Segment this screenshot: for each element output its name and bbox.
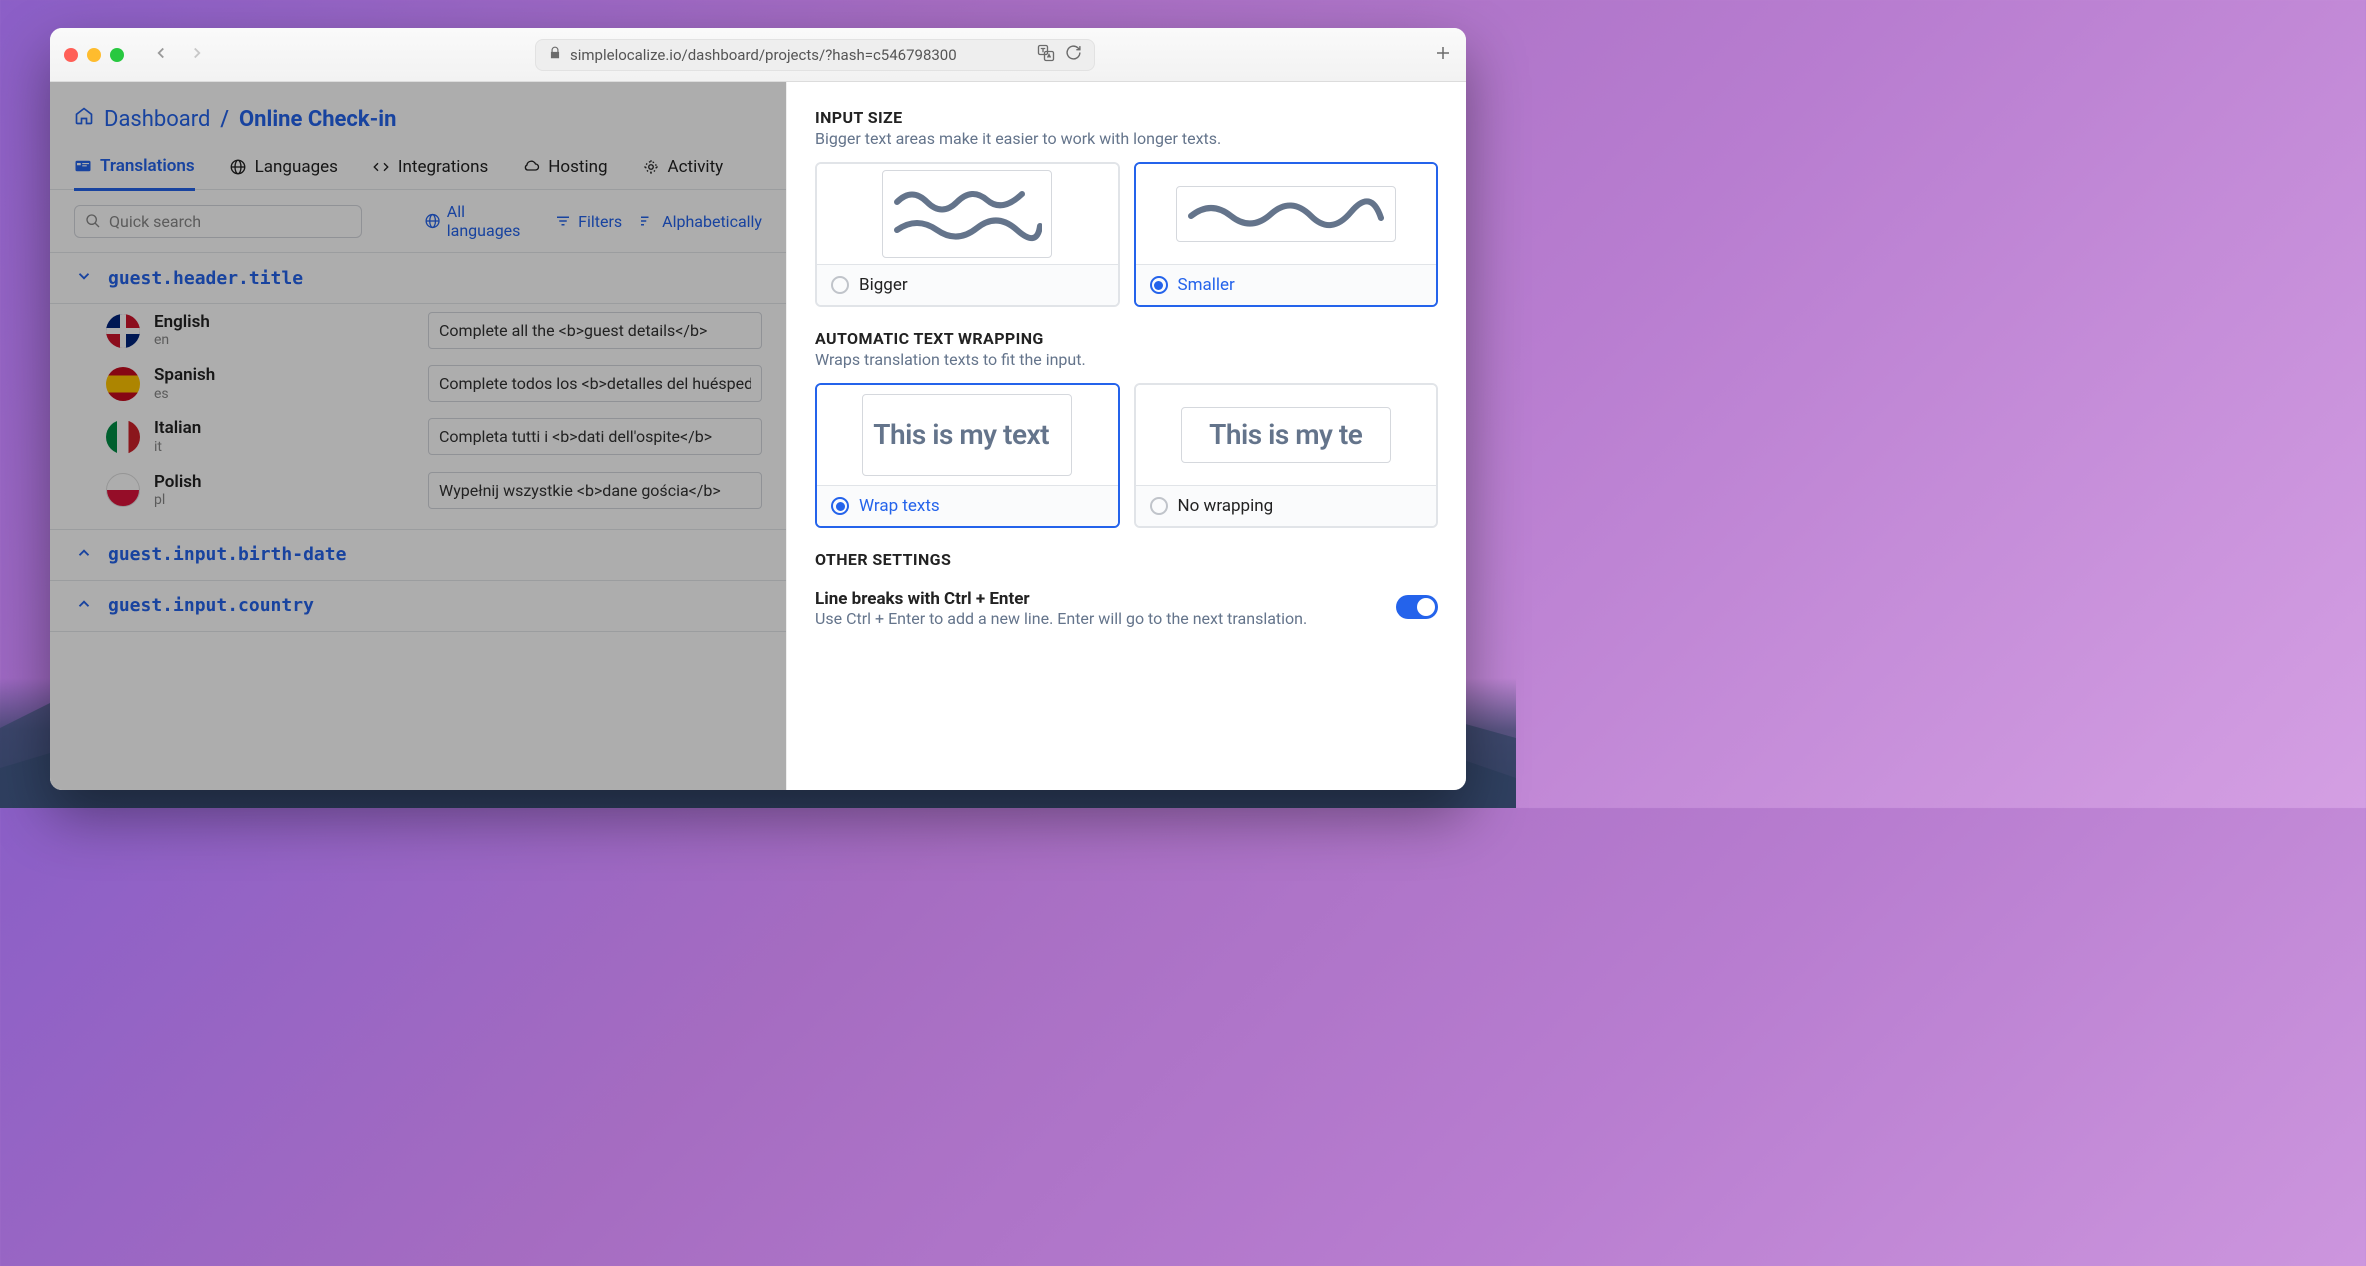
translation-row-pl: Polish pl [50,464,786,529]
key-name: guest.header.title [108,268,303,289]
option-smaller[interactable]: Smaller [1134,162,1439,307]
breadcrumb-dashboard[interactable]: Dashboard [104,107,210,132]
nav-back-button[interactable] [152,44,170,66]
flag-it-icon [106,420,140,454]
section-title: AUTOMATIC TEXT WRAPPING [815,329,1438,348]
tab-languages[interactable]: Languages [229,146,338,189]
chevron-up-icon [74,544,94,566]
line-breaks-switch[interactable] [1396,595,1438,619]
breadcrumb: Dashboard / Online Check-in [50,102,786,146]
preview-smaller-icon [1176,186,1396,242]
translation-input[interactable] [428,312,762,349]
other-settings-section: OTHER SETTINGS Line breaks with Ctrl + E… [815,550,1438,628]
new-tab-button[interactable] [1434,44,1452,66]
nav-forward-button[interactable] [188,44,206,66]
lock-icon [548,46,562,64]
translation-input[interactable] [428,472,762,509]
key-name: guest.input.birth-date [108,544,346,565]
toggle-desc: Use Ctrl + Enter to add a new line. Ente… [815,609,1376,628]
line-breaks-toggle-row: Line breaks with Ctrl + Enter Use Ctrl +… [815,583,1438,628]
url-text: simplelocalize.io/dashboard/projects/?ha… [570,46,957,64]
option-wrap-texts[interactable]: This is my text Wrap texts [815,383,1120,528]
tab-label: Integrations [398,157,488,177]
filters-button[interactable]: Filters [554,212,622,231]
section-desc: Bigger text areas make it easier to work… [815,129,1438,148]
radio-checked-icon [831,497,849,515]
key-name: guest.input.country [108,595,314,616]
translation-row-it: Italian it [50,410,786,463]
maximize-window-button[interactable] [110,48,124,62]
close-window-button[interactable] [64,48,78,62]
key-row[interactable]: guest.input.country [50,581,786,632]
titlebar: simplelocalize.io/dashboard/projects/?ha… [50,28,1466,82]
tab-label: Translations [100,156,195,176]
chevron-up-icon [74,595,94,617]
preview-bigger-icon [882,170,1052,258]
search-input[interactable]: Quick search [74,205,362,238]
key-row[interactable]: guest.input.birth-date [50,529,786,581]
section-desc: Wraps translation texts to fit the input… [815,350,1438,369]
preview-text: This is my te [1209,420,1362,451]
tab-label: Hosting [548,157,607,177]
tab-label: Activity [668,157,724,177]
minimize-window-button[interactable] [87,48,101,62]
radio-unchecked-icon [1150,497,1168,515]
address-bar[interactable]: simplelocalize.io/dashboard/projects/?ha… [535,39,1095,71]
translation-row-es: Spanish es [50,357,786,410]
translation-input[interactable] [428,418,762,455]
toggle-title: Line breaks with Ctrl + Enter [815,589,1376,609]
radio-unchecked-icon [831,276,849,294]
option-label: No wrapping [1178,496,1274,516]
traffic-lights [64,48,130,62]
all-languages-dropdown[interactable]: All languages [424,202,539,240]
flag-gb-icon [106,314,140,348]
browser-window: simplelocalize.io/dashboard/projects/?ha… [50,28,1466,790]
wrapping-section: AUTOMATIC TEXT WRAPPING Wraps translatio… [815,329,1438,528]
option-no-wrapping[interactable]: This is my te No wrapping [1134,383,1439,528]
radio-checked-icon [1150,276,1168,294]
tabs: Translations Languages Integrations Host… [50,146,786,190]
search-placeholder: Quick search [109,212,201,231]
tab-label: Languages [255,157,338,177]
flag-pl-icon [106,473,140,507]
breadcrumb-current: Online Check-in [239,107,396,132]
translate-icon[interactable] [1037,44,1055,66]
tab-hosting[interactable]: Hosting [522,146,607,189]
flag-es-icon [106,367,140,401]
key-row[interactable]: guest.header.title [50,253,786,304]
tab-activity[interactable]: Activity [642,146,724,189]
preview-text: This is my text [873,420,1049,451]
breadcrumb-sep: / [220,107,229,132]
tab-integrations[interactable]: Integrations [372,146,488,189]
main-content: Dashboard / Online Check-in Translations… [50,82,786,790]
settings-panel: INPUT SIZE Bigger text areas make it eas… [786,82,1466,790]
option-label: Smaller [1178,275,1235,295]
tab-translations[interactable]: Translations [74,146,195,191]
option-label: Bigger [859,275,908,295]
option-label: Wrap texts [859,496,940,516]
home-icon[interactable] [74,106,94,132]
section-title: OTHER SETTINGS [815,550,1438,569]
chevron-down-icon [74,267,94,289]
translation-input[interactable] [428,365,762,402]
toolbar: Quick search All languages Filters Alpha… [50,190,786,253]
sort-dropdown[interactable]: Alphabetically [638,212,762,231]
translation-row-en: English en [50,304,786,357]
input-size-section: INPUT SIZE Bigger text areas make it eas… [815,108,1438,307]
option-bigger[interactable]: Bigger [815,162,1120,307]
reload-icon[interactable] [1065,44,1082,66]
section-title: INPUT SIZE [815,108,1438,127]
